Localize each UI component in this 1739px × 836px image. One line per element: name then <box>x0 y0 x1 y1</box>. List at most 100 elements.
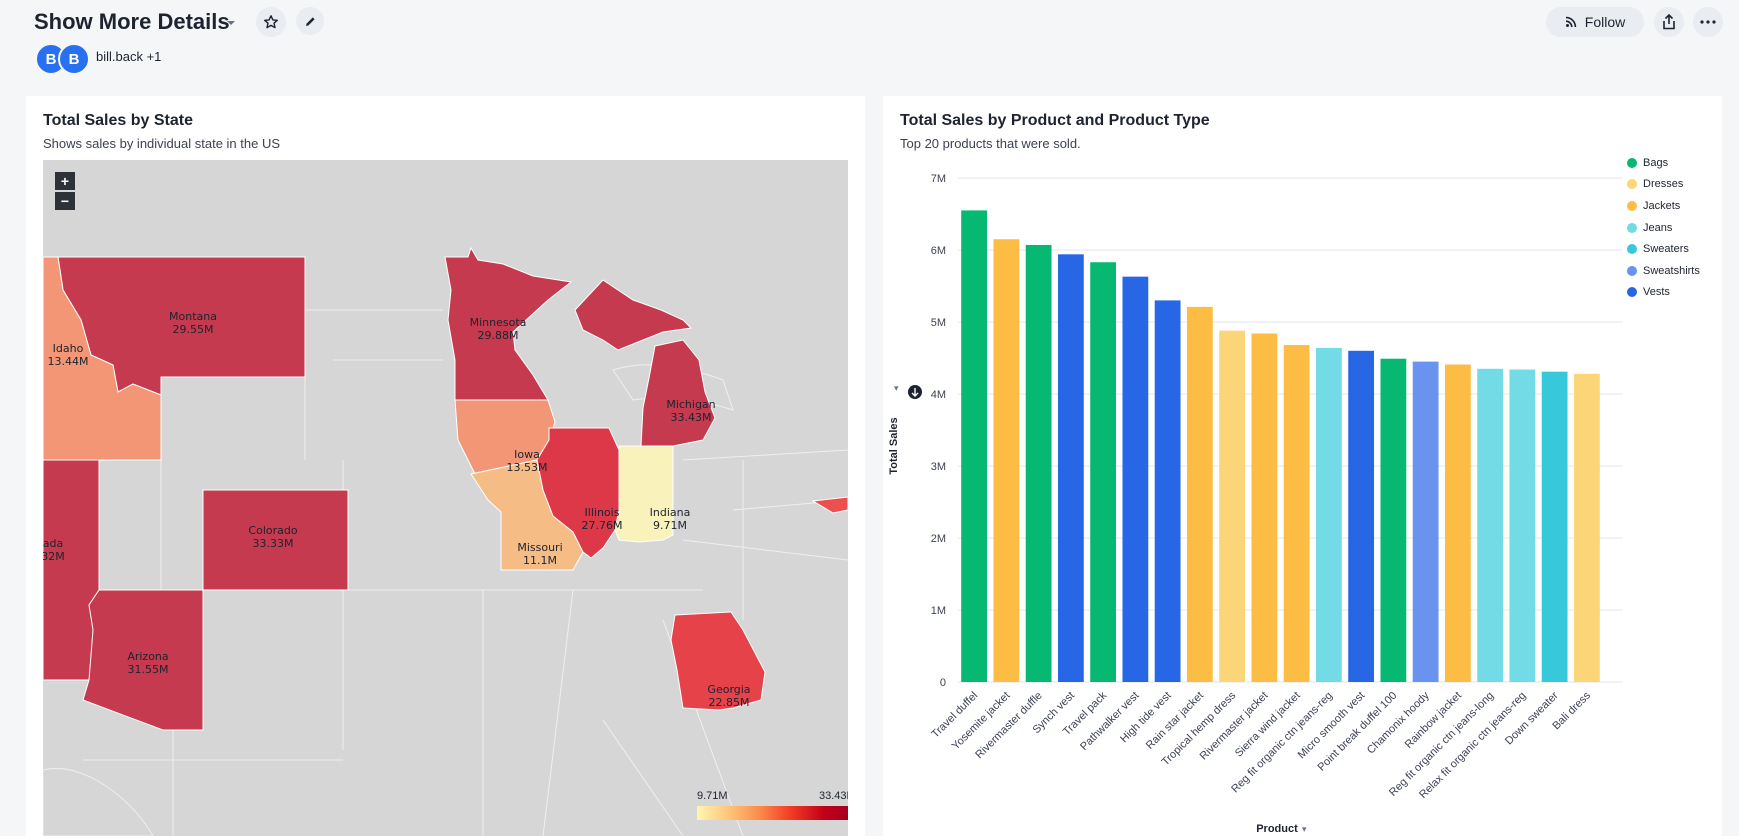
sort-icon[interactable] <box>908 385 922 399</box>
state-nevada[interactable] <box>43 459 100 681</box>
follow-button[interactable]: Follow <box>1546 7 1644 37</box>
legend-item[interactable]: Bags <box>1627 152 1700 174</box>
bar[interactable] <box>1541 371 1568 682</box>
x-axis-label[interactable]: Product <box>1256 823 1298 835</box>
state-label-iowa: Iowa <box>514 448 540 461</box>
legend-item[interactable]: Jeans <box>1627 217 1700 239</box>
y-axis-label[interactable]: Total Sales <box>888 417 900 474</box>
state-value-georgia: 22.85M <box>709 696 750 709</box>
legend-item[interactable]: Dresses <box>1627 174 1700 196</box>
sales-map[interactable]: Montana 29.55M Idaho 13.44M ada 32M Colo… <box>43 160 848 836</box>
bar[interactable] <box>1057 254 1084 682</box>
follow-label: Follow <box>1584 14 1626 30</box>
color-scale-max: 33.43M <box>819 790 848 802</box>
state-label-indiana: Indiana <box>650 506 691 519</box>
y-tick-label: 0 <box>940 677 946 689</box>
legend-swatch <box>1627 200 1637 211</box>
y-ticks: 0 1M 2M 3M 4M 5M 6M 7M <box>931 173 946 689</box>
legend-swatch <box>1627 287 1637 298</box>
legend-label: Sweaters <box>1643 243 1689 256</box>
more-dots-icon <box>1700 20 1716 24</box>
x-tick-labels: Travel duffelYosemite jacketRivermaster … <box>929 689 1593 801</box>
favorite-star-button[interactable] <box>256 7 286 37</box>
state-value-michigan: 33.43M <box>671 411 712 424</box>
legend-item[interactable]: Sweaters <box>1627 238 1700 260</box>
state-value-colorado: 33.33M <box>253 537 294 550</box>
bar[interactable] <box>1025 244 1052 682</box>
y-tick-label: 5M <box>931 317 946 329</box>
bar[interactable] <box>1412 361 1439 682</box>
bar[interactable] <box>961 210 988 682</box>
state-value-arizona: 31.55M <box>128 663 169 676</box>
more-options-button[interactable] <box>1693 7 1723 37</box>
bar[interactable] <box>1154 300 1181 682</box>
zoom-in-button[interactable]: + <box>55 172 75 190</box>
state-label-michigan: Michigan <box>666 398 715 411</box>
legend-label: Jeans <box>1643 221 1673 234</box>
owner-text: bill.back +1 <box>96 49 162 64</box>
y-tick-label: 7M <box>931 173 946 185</box>
x-tick-label: Rainbow jacket <box>1403 690 1464 751</box>
y-tick-label: 2M <box>931 533 946 545</box>
avatar[interactable]: B <box>58 43 90 75</box>
bar[interactable] <box>1348 350 1375 682</box>
legend-label: Bags <box>1643 156 1669 169</box>
us-map: Montana 29.55M Idaho 13.44M ada 32M Colo… <box>43 246 848 836</box>
map-panel-title: Total Sales by State <box>43 112 193 129</box>
state-value-illinois: 27.76M <box>582 519 623 532</box>
color-scale-bar <box>697 806 848 820</box>
bar[interactable] <box>1444 364 1471 682</box>
bar-chart-panel: Total Sales by Product and Product Type … <box>883 96 1722 836</box>
map-panel: Total Sales by State Shows sales by indi… <box>26 96 865 836</box>
share-button[interactable] <box>1654 7 1684 37</box>
legend-label: Vests <box>1643 286 1670 299</box>
legend-item[interactable]: Sweatshirts <box>1627 260 1700 282</box>
share-icon <box>1663 14 1675 30</box>
bar[interactable] <box>993 239 1020 682</box>
bar[interactable] <box>1090 262 1117 682</box>
state-ohio-partial[interactable] <box>811 496 848 514</box>
y-axis-caret-icon[interactable]: ▾ <box>894 383 899 393</box>
bar[interactable] <box>1219 330 1246 682</box>
state-value-indiana: 9.71M <box>653 519 687 532</box>
bar[interactable] <box>1251 333 1278 682</box>
zoom-out-button[interactable]: − <box>55 192 75 210</box>
bar[interactable] <box>1573 373 1600 682</box>
edit-button[interactable] <box>296 7 324 35</box>
bar-chart: 0 1M 2M 3M 4M 5M 6M 7M Travel duffelYosemite ja… <box>888 173 1623 835</box>
state-label-montana: Montana <box>169 310 217 323</box>
state-value-missouri: 11.1M <box>523 554 557 567</box>
bar[interactable] <box>1186 306 1213 682</box>
bar[interactable] <box>1283 345 1310 682</box>
page-title: Show More Details <box>34 9 230 34</box>
rss-icon <box>1565 16 1576 28</box>
bar[interactable] <box>1509 369 1536 682</box>
legend-label: Dresses <box>1643 178 1684 191</box>
state-label-illinois: Illinois <box>585 506 620 519</box>
state-value-nevada: 32M <box>43 550 65 563</box>
state-label-nevada: ada <box>43 537 63 550</box>
x-tick-label: Yosemite jacket <box>950 690 1013 753</box>
bar[interactable] <box>1315 347 1342 682</box>
x-axis-caret-icon[interactable]: ▾ <box>1302 824 1307 834</box>
bar[interactable] <box>1477 368 1504 682</box>
legend-swatch <box>1627 157 1637 168</box>
legend-item[interactable]: Jackets <box>1627 195 1700 217</box>
legend-swatch <box>1627 265 1637 276</box>
legend-swatch <box>1627 244 1637 255</box>
legend-item[interactable]: Vests <box>1627 282 1700 304</box>
state-label-colorado: Colorado <box>248 524 297 537</box>
title-dropdown-icon[interactable] <box>224 16 238 30</box>
state-value-montana: 29.55M <box>173 323 214 336</box>
chart-legend: Bags Dresses Jackets Jeans Sweaters Sweatshir… <box>1627 152 1700 303</box>
state-value-idaho: 13.44M <box>48 355 89 368</box>
bar[interactable] <box>1380 358 1407 682</box>
y-tick-label: 6M <box>931 245 946 257</box>
gulf-coast <box>43 768 154 836</box>
y-tick-label: 3M <box>931 461 946 473</box>
legend-label: Jackets <box>1643 199 1681 212</box>
state-label-minnesota: Minnesota <box>470 316 527 329</box>
bar[interactable] <box>1122 276 1149 682</box>
y-tick-label: 1M <box>931 605 946 617</box>
state-value-minnesota: 29.88M <box>478 329 519 342</box>
